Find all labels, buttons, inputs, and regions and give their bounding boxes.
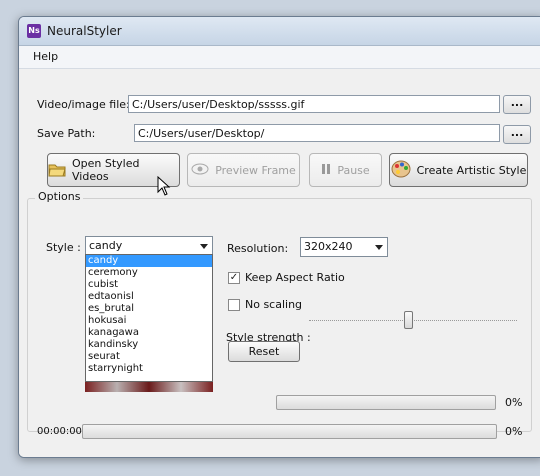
- reset-button[interactable]: Reset: [228, 341, 300, 362]
- progress-bar-video: [82, 424, 497, 439]
- preview-frame-button[interactable]: Preview Frame: [187, 153, 300, 187]
- palette-icon: [391, 160, 411, 181]
- pause-button[interactable]: Pause: [309, 153, 382, 187]
- main-panel: Video/image file: C:/Users/user/Desktop/…: [19, 69, 540, 457]
- resolution-select-value: 320x240: [304, 240, 353, 253]
- style-strength-thumb[interactable]: [404, 311, 414, 329]
- progress-style-percent: 0%: [505, 396, 523, 409]
- window-title: NeuralStyler: [47, 24, 122, 38]
- preview-image: [85, 382, 213, 392]
- browse-save-button[interactable]: ...: [503, 125, 531, 144]
- no-scaling-label: No scaling: [245, 298, 303, 311]
- menu-help[interactable]: Help: [33, 50, 58, 63]
- pause-label: Pause: [337, 163, 370, 177]
- folder-icon: [48, 161, 66, 180]
- app-icon: Ns: [27, 24, 41, 38]
- save-path-label: Save Path:: [37, 127, 96, 140]
- style-option-cubist[interactable]: cubist: [86, 279, 212, 291]
- style-option-candy[interactable]: candy: [86, 255, 212, 267]
- elapsed-time: 00:00:00: [37, 426, 82, 437]
- style-option-es-brutal[interactable]: es_brutal: [86, 303, 212, 315]
- create-artistic-style-button[interactable]: Create Artistic Style: [389, 153, 528, 187]
- video-file-label: Video/image file:: [37, 98, 130, 111]
- chevron-down-icon: [200, 244, 208, 249]
- save-path-input[interactable]: C:/Users/user/Desktop/: [134, 124, 500, 142]
- app-window: Ns NeuralStyler Help Video/image file: C…: [18, 16, 540, 458]
- style-option-hokusai[interactable]: hokusai: [86, 315, 212, 327]
- eye-icon: [191, 163, 209, 178]
- mouse-pointer-icon: [157, 175, 171, 199]
- style-option-ceremony[interactable]: ceremony: [86, 267, 212, 279]
- style-option-starrynight[interactable]: starrynight: [86, 363, 212, 375]
- video-file-input[interactable]: C:/Users/user/Desktop/sssss.gif: [128, 95, 500, 113]
- progress-bar-style: [276, 395, 496, 410]
- style-option-seurat[interactable]: seurat: [86, 351, 212, 363]
- progress-video-percent: 0%: [505, 425, 523, 438]
- check-icon: ✓: [229, 272, 239, 283]
- style-option-kandinsky[interactable]: kandinsky: [86, 339, 212, 351]
- keep-aspect-label: Keep Aspect Ratio: [245, 271, 345, 284]
- no-scaling-checkbox[interactable]: [228, 299, 240, 311]
- style-option-kanagawa[interactable]: kanagawa: [86, 327, 212, 339]
- create-artistic-style-label: Create Artistic Style: [416, 163, 527, 177]
- style-select-value: candy: [89, 239, 123, 252]
- browse-video-button[interactable]: ...: [503, 95, 531, 114]
- menu-bar: Help: [19, 46, 540, 69]
- preview-frame-label: Preview Frame: [215, 163, 296, 177]
- style-select[interactable]: candy: [85, 236, 213, 256]
- keep-aspect-checkbox[interactable]: ✓: [228, 272, 240, 284]
- style-dropdown-list: candy ceremony cubist edtaonisl es_bruta…: [85, 254, 213, 382]
- style-label: Style :: [46, 241, 81, 254]
- resolution-select[interactable]: 320x240: [300, 237, 388, 257]
- style-option-edtaonisl[interactable]: edtaonisl: [86, 291, 212, 303]
- resolution-label: Resolution:: [227, 242, 289, 255]
- options-title: Options: [35, 190, 84, 203]
- chevron-down-icon: [375, 245, 383, 250]
- pause-icon: [321, 163, 331, 178]
- title-bar[interactable]: Ns NeuralStyler: [19, 17, 540, 46]
